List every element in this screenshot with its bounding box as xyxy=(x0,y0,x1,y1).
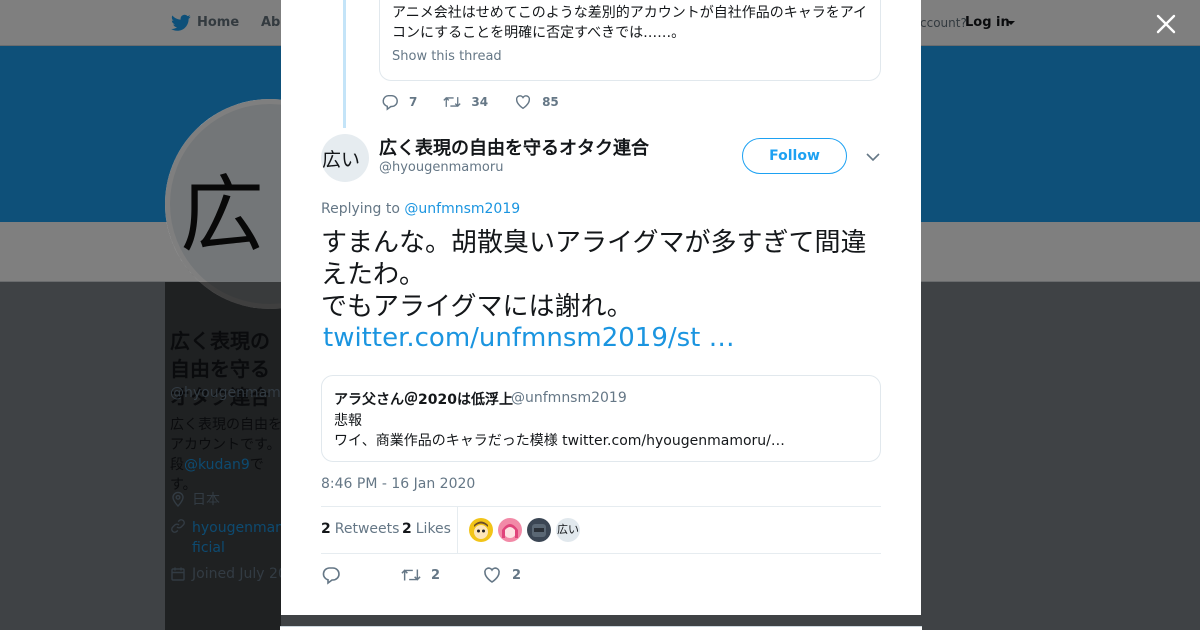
reply-button[interactable] xyxy=(321,565,341,585)
tweet-modal: アニメ会社はせめてこのような差別的アカウントが自社作品のキャラをアイコンにするこ… xyxy=(281,0,921,615)
tweet-text-body: すまんな。胡散臭いアライグマが多すぎて間違えたわ。 でもアライグマには謝れ。 xyxy=(321,228,866,322)
likes-stat[interactable]: 2 Likes xyxy=(402,521,451,537)
show-thread-link[interactable]: Show this thread xyxy=(392,49,502,64)
retweet-icon xyxy=(443,96,462,108)
stats-divider xyxy=(457,507,458,553)
next-tweet-edge xyxy=(280,626,922,630)
retweets-stat[interactable]: 2 Retweets xyxy=(321,521,399,537)
avatar-text: 広い xyxy=(322,149,361,171)
retweet-button[interactable]: 2 xyxy=(401,565,440,585)
tweet-author-name[interactable]: 広く表現の自由を守るオタク連合 xyxy=(379,134,649,160)
replying-to: Replying to @unfmnsm2019 xyxy=(321,201,521,217)
retweet-button[interactable]: 34 xyxy=(443,93,488,111)
replying-to-link[interactable]: @unfmnsm2019 xyxy=(404,201,520,217)
tweet-link[interactable]: twitter.com/unfmnsm2019/st … xyxy=(323,321,735,355)
thread-connector xyxy=(343,0,346,128)
quoted-tweet-author: アラ父さん＠2020は低浮上 xyxy=(334,392,513,408)
tweet-text: すまんな。胡散臭いアライグマが多すぎて間違えたわ。 でもアライグマには謝れ。 xyxy=(321,227,889,323)
quoted-tweet-card[interactable]: アラ父さん＠2020は低浮上 @unfmnsm2019 悲報 ワイ、商業作品のキ… xyxy=(321,375,881,462)
like-button[interactable]: 2 xyxy=(482,565,521,585)
tweet-stats: 2 Retweets 2 Likes 広い xyxy=(321,506,881,554)
tweet-timestamp[interactable]: 8:46 PM - 16 Jan 2020 xyxy=(321,476,475,492)
heart-icon xyxy=(484,567,500,583)
tweet-text-line: でもアライグマには謝れ。 xyxy=(321,292,633,322)
thread-quote-text: アニメ会社はせめてこのような差別的アカウントが自社作品のキャラをアイコンにするこ… xyxy=(392,5,868,41)
previous-tweet-actions: 7 34 85 xyxy=(381,93,585,111)
quoted-tweet-handle: @unfmnsm2019 xyxy=(511,390,627,406)
tweet-author-handle[interactable]: @hyougenmamoru xyxy=(379,160,503,175)
quoted-tweet-line: 悲報 xyxy=(334,413,362,429)
avatar[interactable]: 広い xyxy=(321,134,369,182)
avatar[interactable] xyxy=(469,518,493,542)
avatar[interactable] xyxy=(498,518,522,542)
liker-avatars: 広い xyxy=(469,518,580,542)
thread-quoted-card[interactable]: アニメ会社はせめてこのような差別的アカウントが自社作品のキャラをアイコンにするこ… xyxy=(379,0,881,81)
tweet-text-line: すまんな。胡散臭いアライグマが多すぎて間違えたわ。 xyxy=(321,228,867,290)
reply-icon xyxy=(382,94,398,111)
follow-button[interactable]: Follow xyxy=(742,138,847,174)
quoted-tweet-line: ワイ、商業作品のキャラだった模様 twitter.com/hyougenmamo… xyxy=(334,433,785,449)
close-icon[interactable] xyxy=(1153,11,1179,37)
like-button[interactable]: 85 xyxy=(514,93,559,111)
chevron-down-icon[interactable] xyxy=(864,148,882,166)
reply-button[interactable]: 7 xyxy=(381,93,417,111)
reply-icon xyxy=(322,567,340,585)
avatar[interactable]: 広い xyxy=(556,518,580,542)
avatar[interactable] xyxy=(527,518,551,542)
retweet-icon xyxy=(401,569,421,581)
heart-icon xyxy=(516,95,531,110)
